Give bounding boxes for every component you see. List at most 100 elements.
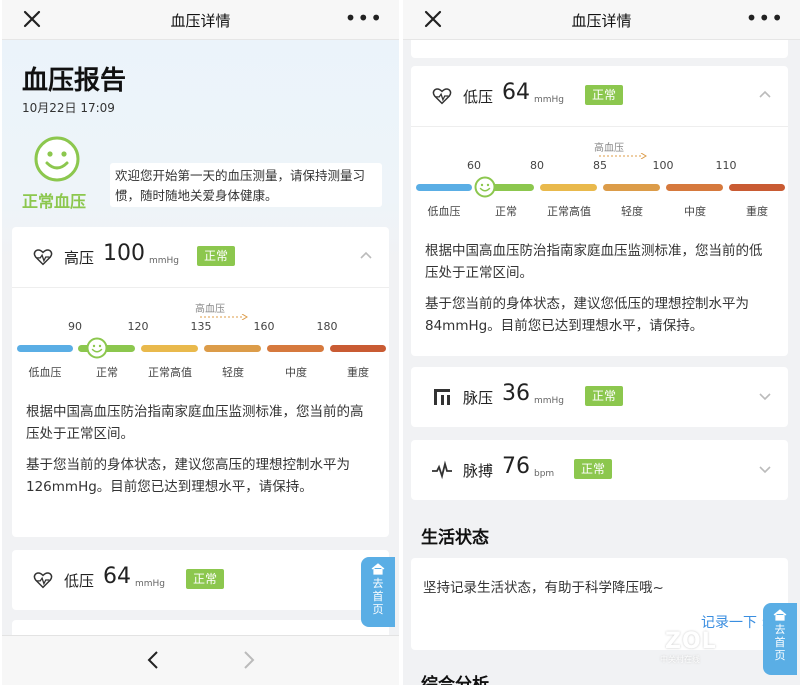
page-title: 血压详情 [170,12,231,30]
diastolic-status-badge: 正常 [186,569,225,589]
pulse-pressure-header[interactable]: 脉压 36 mmHg 正常 [411,367,788,427]
systolic-header[interactable]: 高压 100 mmHg 正常 [12,227,389,287]
go-home-tab[interactable]: 去首页 [763,603,797,675]
pulse-pressure-card[interactable]: 脉压 36 mmHg 正常 [411,367,788,427]
chevron-down-icon[interactable] [758,389,772,403]
diastolic-status-badge: 正常 [585,85,624,105]
watermark-logo: ZOL [665,629,717,654]
scale-segment-moderate [666,184,723,191]
hypertension-label: 高血压 [195,304,225,315]
diastolic-card[interactable]: 低压 64 mmHg 正常 [12,550,389,610]
scale-tick: 90 [68,320,82,333]
heart-icon [33,572,53,589]
level-label: 正常 [96,366,118,379]
level-label: 轻度 [621,205,643,218]
scale-tick: 120 [127,320,149,333]
report-title: 血压报告 [22,66,127,96]
level-label: 中度 [684,205,706,218]
level-label: 正常高值 [547,205,591,218]
chevron-up-icon[interactable] [359,249,373,263]
scale-tick: 85 [593,159,607,172]
diastolic-standard-text: 根据中国高血压防治指南家庭血压监测标准，您当前的低压处于正常区间。 [425,243,763,281]
level-label: 正常高值 [148,366,192,379]
top-navigation-bar: 血压详情 ••• [2,0,399,40]
diastolic-card: 低压 64 mmHg 正常 高血压 60 80 85 100 110 低血压 正… [411,66,788,356]
diastolic-value: 64 [502,80,530,105]
pulse-pressure-name: 脉压 [463,389,494,407]
scale-segment-severe [729,184,785,191]
level-label: 轻度 [222,366,244,379]
current-value-marker-icon [474,176,496,198]
diastolic-unit: mmHg [534,95,565,105]
diastolic-header[interactable]: 低压 64 mmHg 正常 [411,66,788,126]
level-label: 低血压 [28,366,62,379]
level-label: 重度 [746,205,768,218]
heartbeat-icon [432,460,452,480]
systolic-status-badge: 正常 [197,246,236,266]
home-icon [371,563,385,575]
heart-rate-value: 76 [502,454,530,479]
level-label: 低血压 [427,205,461,218]
scale-tick: 60 [467,159,481,172]
scale-segment-normal-high [141,345,198,352]
chevron-down-icon[interactable] [758,462,772,476]
systolic-value: 100 [103,241,145,266]
more-icon[interactable]: ••• [345,6,383,30]
bp-status-label: 正常血压 [22,192,87,211]
chevron-up-icon[interactable] [758,88,772,102]
previous-card-edge [411,40,788,58]
pulse-pressure-icon [434,389,450,405]
diastolic-name: 低压 [463,88,494,106]
systolic-card: 高压 100 mmHg 正常 高血压 90 120 135 160 180 低血… [12,227,389,537]
level-label: 重度 [347,366,369,379]
diastolic-unit: mmHg [135,579,166,589]
scale-tick: 135 [190,320,212,333]
right-screen: 血压详情 ••• 低压 64 mmHg 正常 高血压 60 80 85 100 … [403,0,800,685]
systolic-unit: mmHg [149,256,180,266]
systolic-name: 高压 [64,249,95,267]
scale-tick: 110 [715,159,737,172]
scale-segment-severe [330,345,386,352]
welcome-message: 欢迎您开始第一天的血压测量，请保持测量习惯，随时随地关爱身体健康。 [110,163,382,207]
pulse-pressure-status-badge: 正常 [585,386,624,406]
heart-icon [432,88,452,105]
go-home-label: 去首页 [774,623,786,662]
diastolic-value: 64 [103,564,131,589]
scale-segment-normal-high [540,184,597,191]
scale-tick: 100 [652,159,674,172]
heart-rate-name: 脉搏 [463,462,494,480]
level-label: 中度 [285,366,307,379]
life-status-card: 坚持记录生活状态，有助于科学降压哦~ 记录一下 › [411,558,788,650]
current-value-marker-icon [86,337,108,359]
pulse-pressure-unit: mmHg [534,396,565,406]
bottom-navigation-bar [2,635,399,685]
diastolic-header[interactable]: 低压 64 mmHg 正常 [12,550,389,610]
scale-segment-low [416,184,472,191]
heart-rate-unit: bpm [534,469,555,479]
welcome-text: 欢迎您开始第一天的血压测量，请保持测量习惯，随时随地关爱身体健康。 [115,168,366,203]
hypertension-label: 高血压 [594,143,624,154]
heart-icon [33,249,53,266]
left-screen: 血压详情 ••• 血压报告 10月22日 17:09 正常血压 欢迎您开始第一天… [2,0,399,685]
home-icon [773,609,787,621]
watermark-subtitle: 中关村在线 [660,655,700,664]
systolic-standard-text: 根据中国高血压防治指南家庭血压监测标准，您当前的高压处于正常区间。 [26,404,364,442]
scale-tick: 80 [530,159,544,172]
heart-rate-card[interactable]: 脉搏 76 bpm 正常 [411,440,788,500]
go-home-label: 去首页 [372,577,384,616]
heart-rate-status-badge: 正常 [574,459,613,479]
life-status-heading: 生活状态 [421,528,489,548]
more-icon[interactable]: ••• [746,6,784,30]
back-arrow-icon[interactable] [145,650,163,670]
level-label: 正常 [495,205,517,218]
go-home-tab[interactable]: 去首页 [361,557,395,627]
page-title: 血压详情 [571,12,632,30]
scale-tick: 180 [316,320,338,333]
heart-rate-header[interactable]: 脉搏 76 bpm 正常 [411,440,788,500]
forward-arrow-icon[interactable] [239,650,257,670]
report-datetime: 10月22日 17:09 [22,101,115,115]
scale-segment-mild [603,184,660,191]
scale-segment-moderate [267,345,324,352]
diastolic-advice-text: 基于您当前的身体状态，建议您低压的理想控制水平为84mmHg。目前您已达到理想水… [425,296,749,334]
scale-segment-low [17,345,73,352]
